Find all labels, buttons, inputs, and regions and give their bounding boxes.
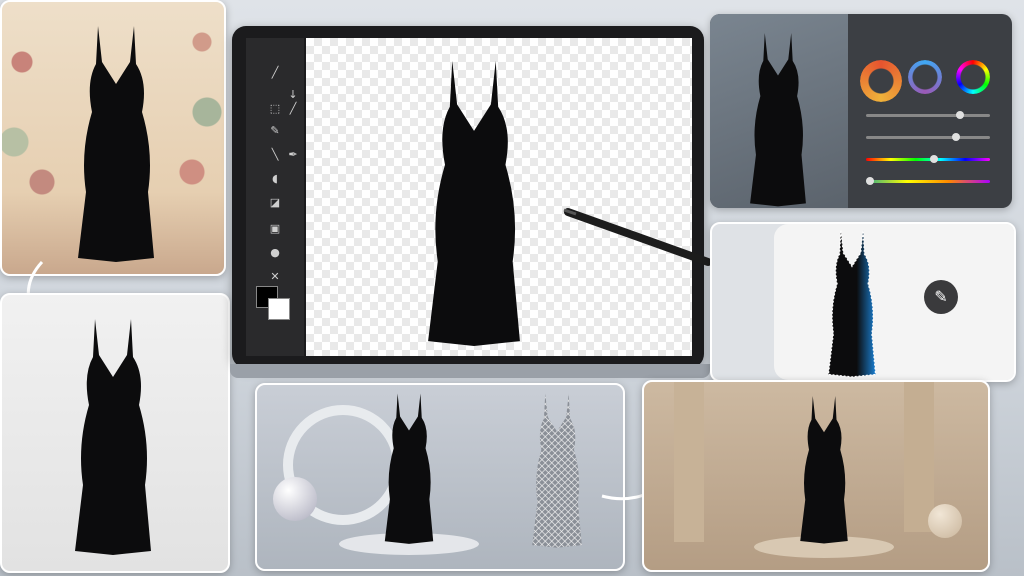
- eyedropper-icon[interactable]: ╱: [286, 102, 300, 116]
- stylus-pen: [563, 208, 712, 266]
- black-dress-plain: [75, 319, 151, 555]
- eraser-icon[interactable]: ◪: [268, 196, 282, 210]
- outline-edit-panel: ✎: [710, 222, 1016, 382]
- 3d-model-panel: [255, 383, 625, 571]
- beige-studio-panel: [642, 380, 990, 572]
- tablet-device: ╱ ↓ ⬚ ╱ ✎ ╲ ✒ ◖ ◪ ▣ ● ✕: [232, 26, 704, 368]
- plain-background-panel: [0, 293, 230, 573]
- slider-2[interactable]: [866, 133, 990, 141]
- sphere-beige: [928, 504, 962, 538]
- color-ring-2[interactable]: [908, 60, 942, 94]
- marquee-icon[interactable]: ⬚: [268, 102, 282, 116]
- wrench-icon[interactable]: ✕: [268, 270, 282, 284]
- dress-photo: [710, 14, 848, 208]
- editing-canvas[interactable]: [306, 38, 692, 356]
- color-ring-1[interactable]: [860, 60, 902, 102]
- black-dress-3d: [384, 393, 434, 544]
- color-adjust-panel: [710, 14, 1012, 208]
- wireframe-dress: [532, 393, 582, 548]
- color-ring-3[interactable]: [956, 60, 990, 94]
- slider-1[interactable]: [866, 111, 990, 119]
- background-color-swatch[interactable]: [268, 298, 290, 320]
- black-dress-canvas: [428, 60, 520, 346]
- blur-icon[interactable]: ●: [268, 246, 282, 260]
- black-dress-beige: [800, 395, 848, 544]
- brush-icon[interactable]: ╱: [268, 66, 282, 80]
- column-2: [904, 382, 934, 532]
- tablet-stand: [230, 364, 710, 378]
- clone-icon[interactable]: ▣: [268, 222, 282, 236]
- pencil-icon[interactable]: ✎: [268, 124, 282, 138]
- stamp-icon[interactable]: ✒: [286, 148, 300, 162]
- dropper-icon[interactable]: ╲: [268, 148, 282, 162]
- pen-tool-icon[interactable]: ✎: [924, 280, 958, 314]
- black-dress-preview: [750, 32, 806, 207]
- tool-palette: ╱ ↓ ⬚ ╱ ✎ ╲ ✒ ◖ ◪ ▣ ● ✕: [246, 38, 304, 356]
- sphere-prop: [273, 477, 317, 521]
- black-dress-floral: [78, 26, 154, 262]
- hue-slider[interactable]: [866, 155, 990, 163]
- pen-icon[interactable]: ↓: [286, 88, 300, 102]
- smudge-icon[interactable]: ◖: [268, 172, 282, 186]
- floral-photo-panel: [0, 0, 226, 276]
- spectrum-slider[interactable]: [866, 177, 990, 185]
- column-1: [674, 382, 704, 542]
- black-dress-selected: [827, 230, 877, 378]
